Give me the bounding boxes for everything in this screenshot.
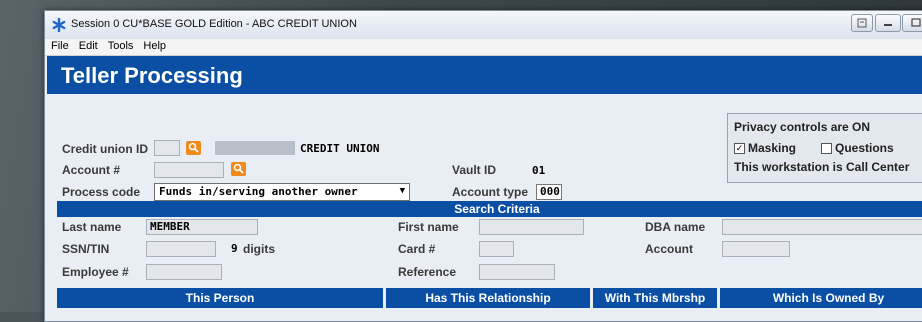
credit-union-id-input[interactable] (154, 140, 180, 156)
maximize-button[interactable] (902, 14, 922, 32)
dba-name-input[interactable] (722, 219, 922, 235)
reference-label: Reference (398, 265, 457, 279)
asterisk-icon (52, 18, 66, 32)
column-header-this-person[interactable]: This Person (57, 288, 383, 308)
questions-label: Questions (835, 141, 894, 155)
last-name-label: Last name (62, 220, 122, 234)
credit-union-name: CREDIT UNION (300, 142, 380, 155)
column-header-membership[interactable]: With This Mbrshp (593, 288, 717, 308)
menu-file[interactable]: File (45, 39, 73, 52)
first-name-label: First name (398, 220, 459, 234)
menu-help[interactable]: Help (137, 39, 170, 52)
ssn-digits-suffix: digits (243, 242, 275, 256)
column-header-label: Has This Relationship (425, 291, 551, 305)
privacy-panel: Privacy controls are ON ✓ Masking Questi… (727, 113, 922, 183)
card-label: Card # (398, 242, 436, 256)
questions-checkbox[interactable] (821, 143, 832, 154)
vault-id-label: Vault ID (452, 163, 497, 177)
account-search-label: Account (645, 242, 693, 256)
process-code-value: Funds in/serving another owner (159, 185, 358, 198)
account-lookup-button[interactable] (231, 162, 246, 176)
ssn-label: SSN/TIN (62, 242, 110, 256)
account-label: Account # (62, 163, 121, 177)
vault-id-value: 01 (532, 164, 546, 177)
magnifier-icon (188, 142, 199, 153)
maximize-icon (911, 18, 921, 27)
restore-icon (857, 18, 867, 28)
first-name-input[interactable] (479, 219, 584, 235)
credit-union-id-label: Credit union ID (62, 142, 148, 156)
main-content: Credit union ID CREDIT UNION Account # V… (47, 94, 922, 321)
masking-label: Masking (748, 141, 797, 155)
masking-checkbox[interactable]: ✓ (734, 143, 745, 154)
menu-bar: File Edit Tools Help (45, 39, 922, 56)
account-search-input[interactable] (722, 241, 790, 257)
column-header-label: Which Is Owned By (772, 291, 885, 305)
app-window: Session 0 CU*BASE GOLD Edition - ABC CRE… (44, 10, 922, 322)
employee-label: Employee # (62, 265, 129, 279)
magnifier-icon (233, 163, 244, 174)
process-code-label: Process code (62, 185, 141, 199)
chevron-down-icon: ▼ (399, 186, 405, 196)
search-criteria-title: Search Criteria (454, 202, 540, 216)
process-code-select[interactable]: Funds in/serving another owner ▼ (154, 183, 410, 201)
column-header-relationship[interactable]: Has This Relationship (386, 288, 590, 308)
account-type-label: Account type (452, 185, 529, 199)
workstation-text: This workstation is Call Center (734, 160, 910, 174)
menu-edit[interactable]: Edit (73, 39, 102, 52)
account-type-value: 000 (540, 185, 560, 198)
ssn-digits-count: 9 (231, 242, 238, 255)
account-input[interactable] (154, 162, 224, 178)
credit-union-name-masked (215, 141, 295, 155)
menu-tools[interactable]: Tools (102, 39, 138, 52)
reference-input[interactable] (479, 264, 555, 280)
minimize-button[interactable] (875, 14, 901, 32)
employee-input[interactable] (146, 264, 222, 280)
page-title: Teller Processing (61, 63, 243, 88)
window-title: Session 0 CU*BASE GOLD Edition - ABC CRE… (71, 18, 357, 30)
search-criteria-bar: Search Criteria (57, 201, 922, 217)
column-header-label: With This Mbrshp (604, 291, 706, 305)
ssn-input[interactable] (146, 241, 216, 257)
card-input[interactable] (479, 241, 514, 257)
account-type-input[interactable]: 000 (536, 184, 562, 200)
privacy-heading: Privacy controls are ON (734, 120, 871, 134)
last-name-input[interactable]: MEMBER (146, 219, 258, 235)
minimize-icon (884, 24, 892, 26)
column-header-owned-by[interactable]: Which Is Owned By (720, 288, 922, 308)
title-bar: Session 0 CU*BASE GOLD Edition - ABC CRE… (45, 11, 922, 39)
credit-union-lookup-button[interactable] (186, 141, 201, 155)
restore-button[interactable] (851, 14, 873, 32)
last-name-value: MEMBER (150, 220, 190, 233)
dba-name-label: DBA name (645, 220, 706, 234)
page-header: Teller Processing (47, 56, 922, 94)
column-header-label: This Person (185, 291, 255, 305)
